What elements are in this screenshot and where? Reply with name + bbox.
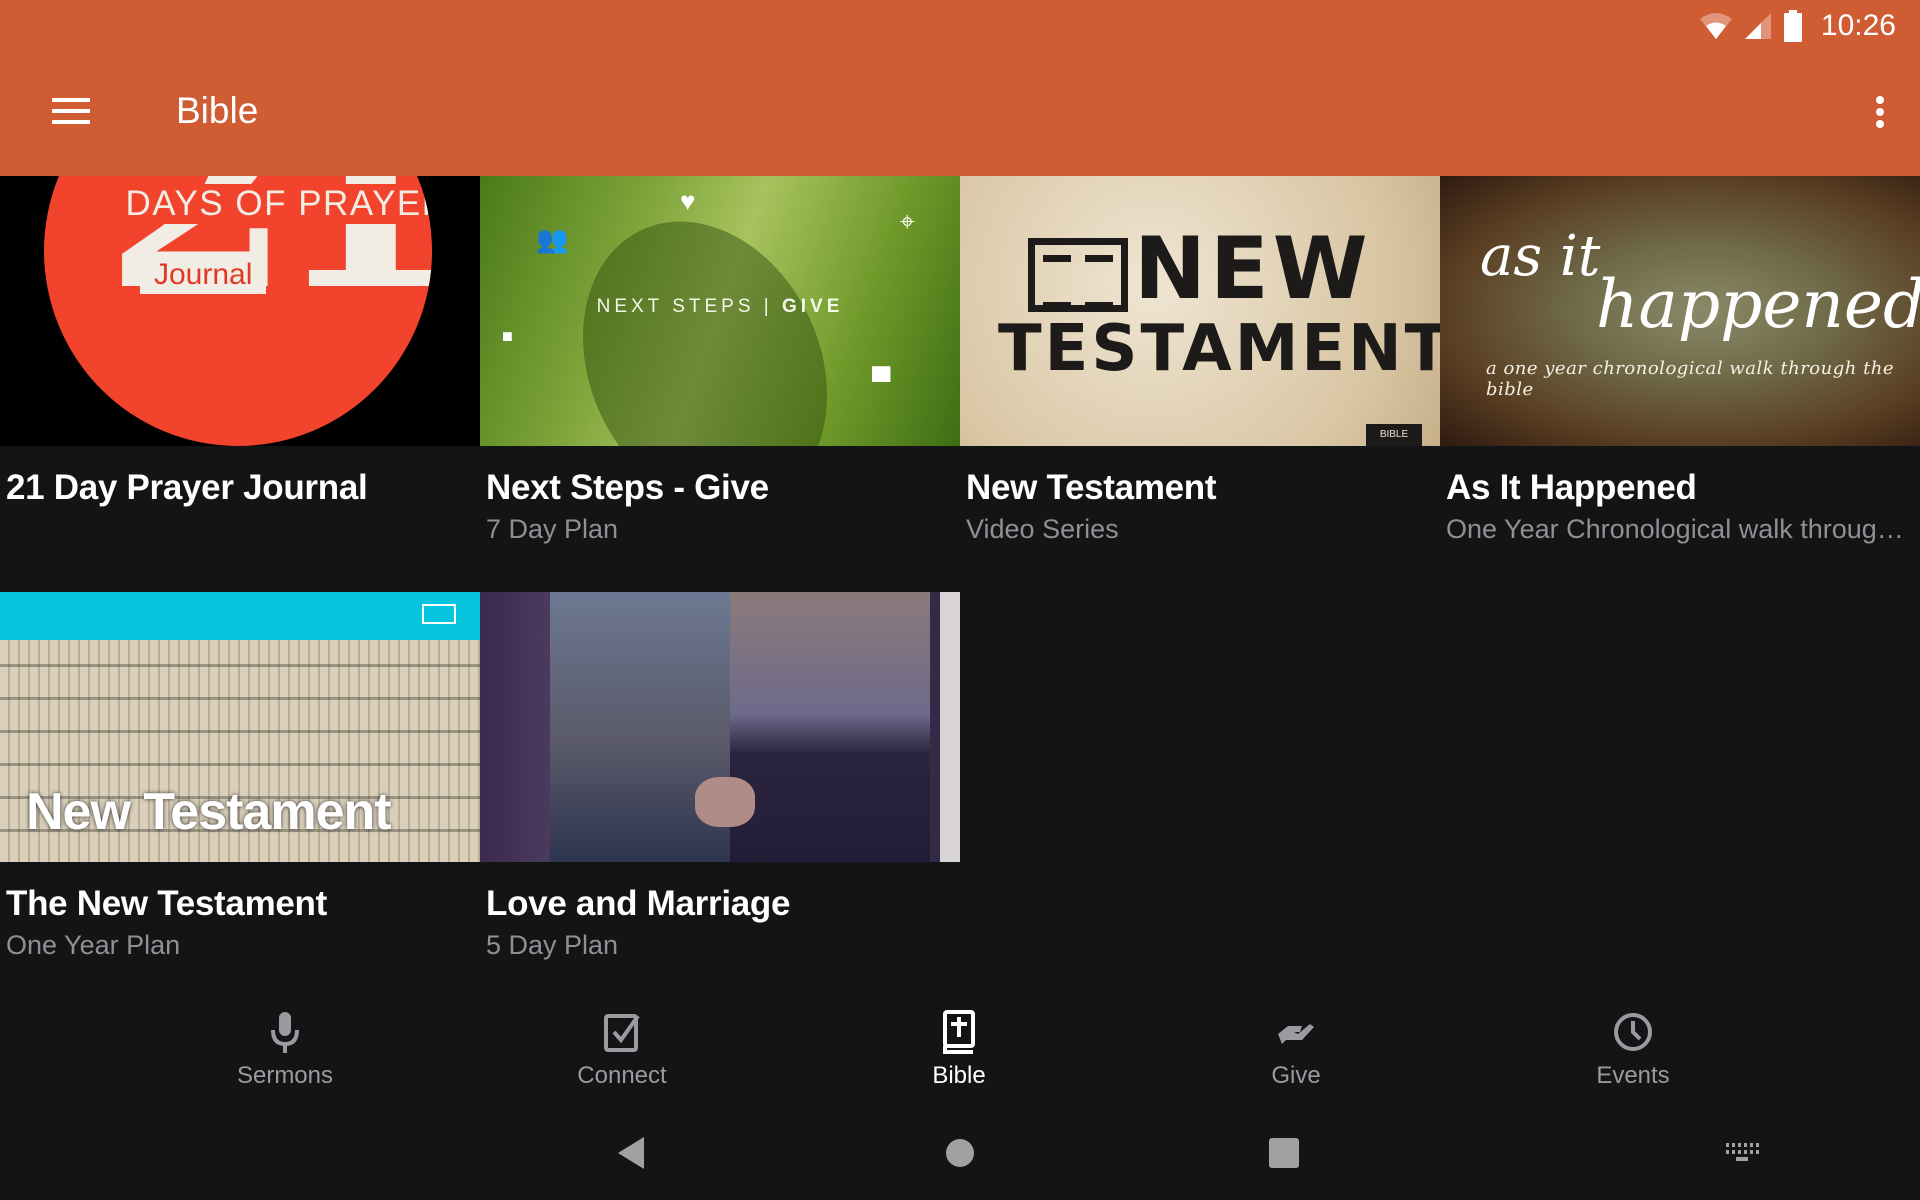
tab-events[interactable]: Events [1533, 1000, 1733, 1105]
tab-sermons[interactable]: Sermons [185, 1000, 385, 1105]
chat-bubble-icon: ▀ [872, 366, 891, 396]
status-bar: 10:26 [1699, 6, 1896, 46]
hamburger-menu-icon[interactable] [50, 92, 90, 132]
keyboard-icon[interactable] [1724, 1143, 1760, 1163]
plan-card-as-it-happened[interactable]: as it happened a one year chronological … [1440, 176, 1920, 592]
battery-icon [1783, 10, 1802, 42]
clock-icon [1614, 1013, 1652, 1051]
bible-icon [943, 1010, 975, 1054]
heart-hand-icon: ♥ [680, 186, 696, 216]
system-navigation-bar [0, 1105, 1920, 1200]
plan-thumbnail: NEXT STEPS | GIVE 👥 ♥ ⌖ ■ ▀ [480, 176, 960, 446]
more-vert-icon[interactable] [1860, 92, 1900, 132]
plan-thumbnail: as it happened a one year chronological … [1440, 176, 1920, 446]
back-icon[interactable] [616, 1135, 646, 1171]
plan-thumbnail: New Testament [0, 592, 480, 862]
plan-thumbnail [480, 592, 960, 862]
plan-title: 21 Day Prayer Journal [6, 468, 368, 507]
clock: 10:26 [1820, 9, 1896, 42]
plan-card-next-steps-give[interactable]: NEXT STEPS | GIVE 👥 ♥ ⌖ ■ ▀ Next Steps -… [480, 176, 960, 592]
tab-bible[interactable]: Bible [859, 1000, 1059, 1105]
plan-title: Love and Marriage [486, 884, 791, 923]
wifi-icon [1699, 13, 1732, 39]
plan-subtitle: One Year Chronological walk through the … [1446, 514, 1914, 544]
page-title: Bible [176, 90, 259, 131]
plan-subtitle: Video Series [966, 514, 1119, 544]
plan-subtitle: 7 Day Plan [486, 514, 619, 544]
plan-title: As It Happened [1446, 468, 1697, 507]
recents-icon[interactable] [1268, 1137, 1300, 1169]
tab-connect[interactable]: Connect [522, 1000, 722, 1105]
plan-subtitle: One Year Plan [6, 930, 181, 960]
plan-card-the-new-testament[interactable]: New Testament The New Testament One Year… [0, 592, 480, 1008]
plan-title: The New Testament [6, 884, 327, 923]
cell-signal-icon [1744, 13, 1771, 39]
home-icon[interactable] [944, 1137, 976, 1169]
tab-give[interactable]: Give [1196, 1000, 1396, 1105]
app-bar: 10:26 Bible [0, 0, 1920, 176]
plan-card-new-testament[interactable]: NEW TESTAMENT BIBLE PROJECT New Testamen… [960, 176, 1440, 592]
bible-project-logo [422, 604, 456, 624]
plan-title: Next Steps - Give [486, 468, 769, 507]
bottom-navigation: Sermons Connect Bible Give Events [0, 1000, 1920, 1105]
plan-thumbnail: NEW TESTAMENT BIBLE PROJECT [960, 176, 1440, 446]
giving-hand-icon [1278, 1024, 1314, 1044]
people-icon: 👥 [536, 224, 569, 254]
microphone-icon [271, 1012, 299, 1053]
plan-subtitle: 5 Day Plan [486, 930, 619, 960]
plan-card-love-and-marriage[interactable]: Love and Marriage 5 Day Plan [480, 592, 960, 1008]
plan-thumbnail: 21 DAYS OF PRAYER Journal [0, 176, 480, 446]
square-icon: ■ [502, 326, 513, 346]
location-pin-icon: ⌖ [900, 206, 915, 236]
plan-title: New Testament [966, 468, 1217, 507]
plan-card-21-day-prayer-journal[interactable]: 21 DAYS OF PRAYER Journal 21 Day Prayer … [0, 176, 480, 592]
checkbox-icon [604, 1014, 640, 1052]
